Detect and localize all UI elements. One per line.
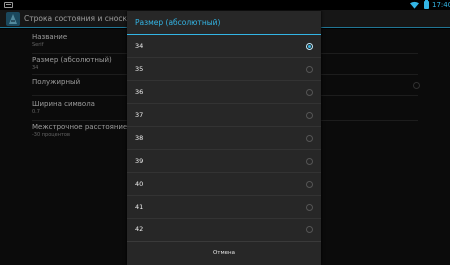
radio-icon[interactable] — [306, 66, 313, 73]
radio-icon[interactable] — [306, 204, 313, 211]
option-label: 40 — [135, 180, 144, 188]
status-bar: 17:40 — [0, 0, 450, 10]
radio-selected-icon[interactable] — [306, 43, 313, 50]
dialog-title: Размер (абсолютный) — [135, 18, 221, 27]
option-label: 34 — [135, 42, 144, 50]
size-option-42[interactable]: 42 — [127, 218, 321, 241]
status-time: 17:40 — [432, 1, 450, 9]
option-label: 42 — [135, 225, 144, 233]
size-option-39[interactable]: 39 — [127, 150, 321, 173]
radio-icon[interactable] — [306, 112, 313, 119]
option-label: 38 — [135, 134, 144, 142]
radio-icon[interactable] — [306, 181, 313, 188]
radio-icon[interactable] — [306, 89, 313, 96]
option-label: 37 — [135, 111, 144, 119]
option-label: 41 — [135, 203, 144, 211]
radio-icon[interactable] — [306, 158, 313, 165]
size-option-34[interactable]: 34 — [127, 35, 321, 58]
radio-icon[interactable] — [306, 226, 313, 233]
battery-icon — [424, 0, 429, 9]
cancel-button[interactable]: Отмена — [127, 241, 321, 265]
size-option-35[interactable]: 35 — [127, 58, 321, 81]
radio-icon[interactable] — [306, 135, 313, 142]
size-option-36[interactable]: 36 — [127, 81, 321, 104]
size-option-38[interactable]: 38 — [127, 127, 321, 150]
option-label: 36 — [135, 88, 144, 96]
size-option-40[interactable]: 40 — [127, 173, 321, 196]
size-dialog: Размер (абсолютный) 34 35 36 37 38 39 40… — [127, 11, 321, 265]
size-option-41[interactable]: 41 — [127, 196, 321, 219]
option-label: 35 — [135, 65, 144, 73]
notification-icon — [4, 2, 13, 8]
option-label: 39 — [135, 157, 144, 165]
wifi-icon — [410, 1, 419, 9]
size-option-37[interactable]: 37 — [127, 104, 321, 127]
